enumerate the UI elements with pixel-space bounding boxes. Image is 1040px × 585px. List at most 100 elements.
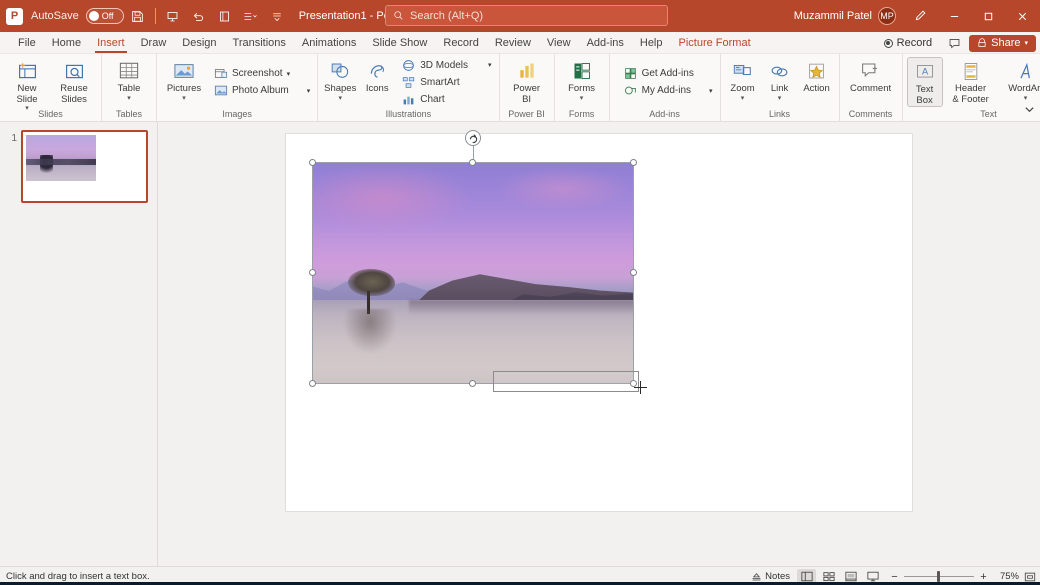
zoom-out-button[interactable]: −: [889, 571, 900, 583]
tab-draw[interactable]: Draw: [133, 32, 175, 54]
get-add-ins-label: Get Add-ins: [642, 68, 694, 79]
wordart-button[interactable]: WordArt ▾: [999, 57, 1040, 102]
group-label-slides: Slides: [0, 107, 101, 121]
qat-more-icon[interactable]: [265, 4, 289, 28]
zoom-button[interactable]: Zoom ▾: [725, 57, 761, 102]
zoom-slider-thumb[interactable]: [937, 571, 940, 582]
screenshot-icon: [213, 66, 228, 81]
tab-view[interactable]: View: [539, 32, 579, 54]
zoom-slider[interactable]: [904, 576, 974, 577]
header-footer-button[interactable]: Header & Footer: [944, 57, 998, 105]
autosave-label: AutoSave: [31, 10, 79, 22]
link-caret-icon[interactable]: ▾: [778, 95, 782, 102]
zoom-percent[interactable]: 75%: [993, 571, 1019, 582]
my-add-ins-button[interactable]: My Add-ins ▾: [620, 83, 716, 99]
tab-file[interactable]: File: [10, 32, 44, 54]
avatar[interactable]: MP: [878, 7, 896, 25]
tab-strip-right: Record Share ▾: [877, 32, 1036, 54]
power-bi-button[interactable]: Power BI: [504, 57, 550, 105]
shapes-icon: [330, 59, 351, 83]
zoom-in-button[interactable]: +: [978, 571, 989, 583]
share-caret-icon[interactable]: ▾: [1024, 39, 1028, 47]
my-add-ins-caret-icon[interactable]: ▾: [709, 87, 713, 95]
new-slide-icon: [17, 59, 38, 83]
text-box-drawing-outline[interactable]: [493, 371, 639, 392]
tab-home[interactable]: Home: [44, 32, 89, 54]
tab-review[interactable]: Review: [487, 32, 539, 54]
forms-button[interactable]: Forms ▾: [559, 57, 605, 102]
present-icon[interactable]: [161, 4, 185, 28]
slide-thumbnail-1[interactable]: [21, 130, 148, 203]
minimize-button[interactable]: [938, 0, 970, 32]
rotate-icon[interactable]: [465, 130, 481, 146]
action-icon: [806, 59, 827, 83]
record-button[interactable]: Record: [877, 35, 939, 51]
autosave-toggle[interactable]: Off: [86, 8, 124, 24]
3d-models-caret-icon[interactable]: ▾: [488, 61, 492, 69]
pictures-button[interactable]: Pictures ▾: [161, 57, 207, 102]
new-slide-button[interactable]: New Slide ▾: [4, 57, 50, 112]
record-dot-icon: [884, 39, 893, 48]
redo-icon[interactable]: [213, 4, 237, 28]
forms-caret-icon[interactable]: ▾: [580, 95, 584, 102]
svg-text:A: A: [921, 66, 928, 76]
reuse-slides-button[interactable]: Reuse Slides: [51, 57, 97, 105]
ribbon-collapse-button[interactable]: [1021, 101, 1037, 117]
undo-icon[interactable]: [187, 4, 211, 28]
share-button[interactable]: Share ▾: [969, 35, 1036, 52]
tab-help[interactable]: Help: [632, 32, 671, 54]
thumbnail-picture: [26, 135, 96, 181]
pictures-caret-icon[interactable]: ▾: [182, 95, 186, 102]
text-box-button[interactable]: A Text Box: [907, 57, 943, 107]
close-button[interactable]: [1006, 0, 1038, 32]
status-bar: Click and drag to insert a text box. Not…: [0, 566, 1040, 585]
tab-slide-show[interactable]: Slide Show: [364, 32, 435, 54]
table-button[interactable]: Table ▾: [106, 57, 152, 102]
screenshot-caret-icon[interactable]: ▾: [287, 70, 291, 78]
shapes-caret-icon[interactable]: ▾: [338, 95, 342, 102]
power-bi-icon: [517, 59, 537, 83]
group-label-links: Links: [721, 107, 839, 121]
notes-button[interactable]: Notes: [747, 571, 794, 582]
slide-canvas[interactable]: [286, 134, 912, 511]
pictures-icon: [173, 59, 195, 83]
tab-picture-format[interactable]: Picture Format: [671, 32, 759, 54]
tab-record[interactable]: Record: [435, 32, 486, 54]
pen-icon[interactable]: [904, 0, 936, 32]
photo-album-caret-icon[interactable]: ▾: [307, 87, 311, 95]
smartart-button[interactable]: SmartArt: [398, 74, 494, 90]
tab-animations[interactable]: Animations: [294, 32, 364, 54]
save-icon[interactable]: [126, 4, 150, 28]
table-caret-icon[interactable]: ▾: [127, 95, 131, 102]
zoom-caret-icon[interactable]: ▾: [741, 95, 745, 102]
3d-models-button[interactable]: 3D Models ▾: [398, 57, 494, 73]
ribbon-group-text: A Text Box Header & Footer WordArt ▾: [903, 54, 1040, 121]
comments-button[interactable]: [943, 34, 965, 52]
thumbnail-tree: [40, 155, 53, 177]
customize-list-icon[interactable]: [239, 4, 263, 28]
tab-insert[interactable]: Insert: [89, 32, 133, 54]
shapes-button[interactable]: Shapes ▾: [322, 57, 358, 102]
chart-button[interactable]: Chart: [398, 91, 494, 107]
search-input[interactable]: Search (Alt+Q): [385, 5, 668, 26]
icons-button[interactable]: Icons: [359, 57, 395, 95]
link-button[interactable]: Link ▾: [762, 57, 798, 102]
picture-tree-canopy: [348, 269, 394, 297]
maximize-button[interactable]: [972, 0, 1004, 32]
group-label-illustrations: Illustrations: [318, 107, 498, 121]
slide-canvas-pane[interactable]: [158, 122, 1040, 566]
slide-picture[interactable]: [312, 162, 634, 384]
action-button[interactable]: Action: [799, 57, 835, 95]
link-label: Link: [771, 84, 788, 95]
zoom-label: Zoom: [730, 84, 754, 95]
screenshot-button[interactable]: Screenshot ▾: [210, 66, 313, 82]
my-add-ins-label: My Add-ins: [642, 85, 691, 96]
smartart-icon: [401, 75, 416, 90]
comment-button[interactable]: Comment: [844, 57, 898, 95]
tab-add-ins[interactable]: Add-ins: [579, 32, 632, 54]
get-add-ins-button[interactable]: Get Add-ins: [620, 66, 716, 82]
photo-album-button[interactable]: Photo Album ▾: [210, 83, 313, 99]
notes-label: Notes: [765, 571, 790, 582]
tab-transitions[interactable]: Transitions: [225, 32, 294, 54]
tab-design[interactable]: Design: [174, 32, 224, 54]
